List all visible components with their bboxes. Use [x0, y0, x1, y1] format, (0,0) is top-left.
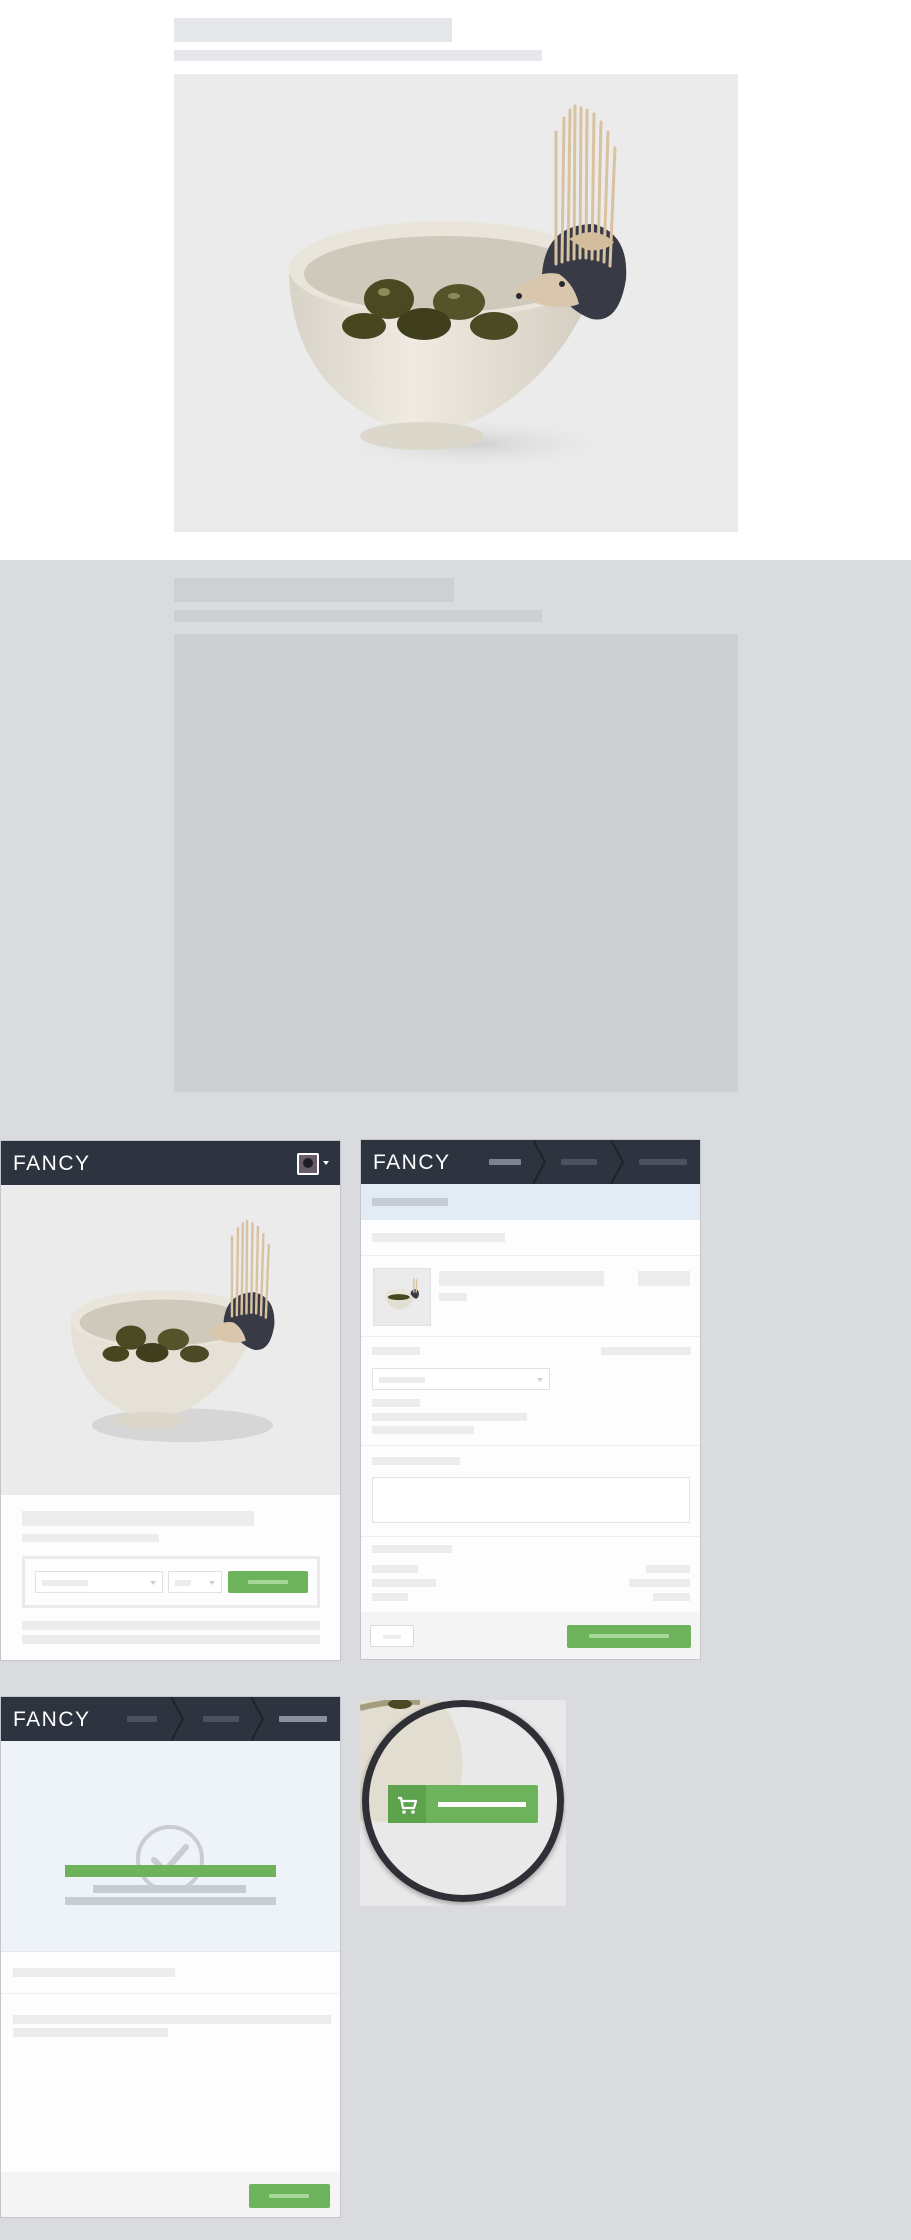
summary-row-1-label [372, 1565, 418, 1573]
title-placeholder [174, 18, 452, 42]
header-bar: FANCY [361, 1140, 700, 1184]
back-button[interactable] [370, 1625, 414, 1647]
checkout-banner [361, 1184, 700, 1220]
step-1 [471, 1140, 533, 1184]
shipping-select[interactable] [372, 1368, 550, 1390]
chevron-down-icon[interactable] [323, 1161, 329, 1165]
quantity-select[interactable] [168, 1571, 222, 1593]
summary-row-3-label [372, 1593, 408, 1601]
product-meta-placeholder [22, 1534, 159, 1542]
address-line-1 [372, 1399, 420, 1407]
cart-item-price-placeholder [638, 1271, 690, 1286]
note-label-placeholder [372, 1457, 460, 1465]
step-2 [547, 1140, 609, 1184]
continue-button[interactable] [249, 2184, 330, 2208]
address-line-3 [372, 1426, 474, 1434]
zoom-detail [360, 1700, 566, 1906]
shipping-label-placeholder [372, 1347, 420, 1355]
place-order-button[interactable] [567, 1625, 691, 1648]
step-divider-icon [171, 1697, 185, 1741]
add-to-cart-button[interactable] [228, 1571, 308, 1593]
chevron-down-icon [209, 1581, 215, 1585]
step-divider-icon [611, 1140, 625, 1184]
hedgehog-bowl-illustration [289, 104, 627, 472]
confirmation-banner [1, 1741, 340, 1951]
product-image [174, 74, 738, 532]
step-3 [265, 1697, 327, 1741]
shopping-cart-icon [388, 1785, 426, 1823]
subtitle-placeholder [174, 50, 542, 61]
summary-row-2-label [372, 1579, 436, 1587]
hedgehog-bowl-thumbnail [385, 1278, 419, 1310]
preview-section-loaded [0, 0, 911, 560]
order-details-line-2 [13, 2028, 168, 2037]
step-1 [111, 1697, 173, 1741]
order-info-placeholder [13, 1968, 175, 1977]
title-placeholder-loading [174, 578, 454, 602]
purchase-form-box [22, 1556, 320, 1608]
confirmation-subtitle-line-1 [93, 1885, 246, 1893]
address-line-2 [372, 1413, 527, 1421]
step-3 [625, 1140, 687, 1184]
confirmation-subtitle-line-2 [65, 1897, 276, 1905]
header-bar: FANCY [1, 1697, 340, 1741]
cart-item-meta-placeholder [439, 1293, 467, 1301]
summary-title-placeholder [372, 1545, 452, 1553]
description-line-2 [22, 1635, 320, 1644]
shipping-value-placeholder [601, 1347, 691, 1355]
option-select[interactable] [35, 1571, 163, 1593]
confirmation-card: FANCY [0, 1696, 341, 2218]
summary-row-3-value [653, 1593, 690, 1601]
summary-row-1-value [646, 1565, 690, 1573]
fancy-logo[interactable]: FANCY [13, 1708, 91, 1732]
confirmation-footer [1, 2172, 340, 2217]
header-bar: FANCY [1, 1141, 340, 1185]
step-divider-icon [533, 1140, 547, 1184]
fancy-logo[interactable]: FANCY [373, 1151, 451, 1175]
product-image-loading [174, 634, 738, 1092]
cart-item-title-placeholder [439, 1271, 604, 1286]
chevron-down-icon [150, 1581, 156, 1585]
confirmation-title-placeholder [65, 1865, 276, 1877]
checkout-footer [361, 1612, 700, 1659]
description-line-1 [22, 1621, 320, 1630]
product-image-small [1, 1185, 340, 1495]
product-card: FANCY [0, 1140, 341, 1661]
checkout-card: FANCY [360, 1139, 701, 1660]
order-details-line-1 [13, 2015, 331, 2024]
hedgehog-bowl-thumbnail [70, 1219, 275, 1443]
note-textarea[interactable] [372, 1477, 690, 1523]
zoomed-add-to-cart-button[interactable] [388, 1785, 538, 1823]
fancy-logo[interactable]: FANCY [13, 1152, 91, 1176]
product-title-placeholder [22, 1511, 254, 1526]
user-avatar-icon[interactable] [297, 1153, 319, 1175]
step-2 [185, 1697, 247, 1741]
section-title-placeholder [372, 1233, 505, 1242]
chevron-down-icon [537, 1378, 543, 1382]
cart-item-thumbnail [373, 1268, 431, 1326]
subtitle-placeholder-loading [174, 610, 542, 622]
step-divider-icon [251, 1697, 265, 1741]
summary-row-2-value [629, 1579, 690, 1587]
